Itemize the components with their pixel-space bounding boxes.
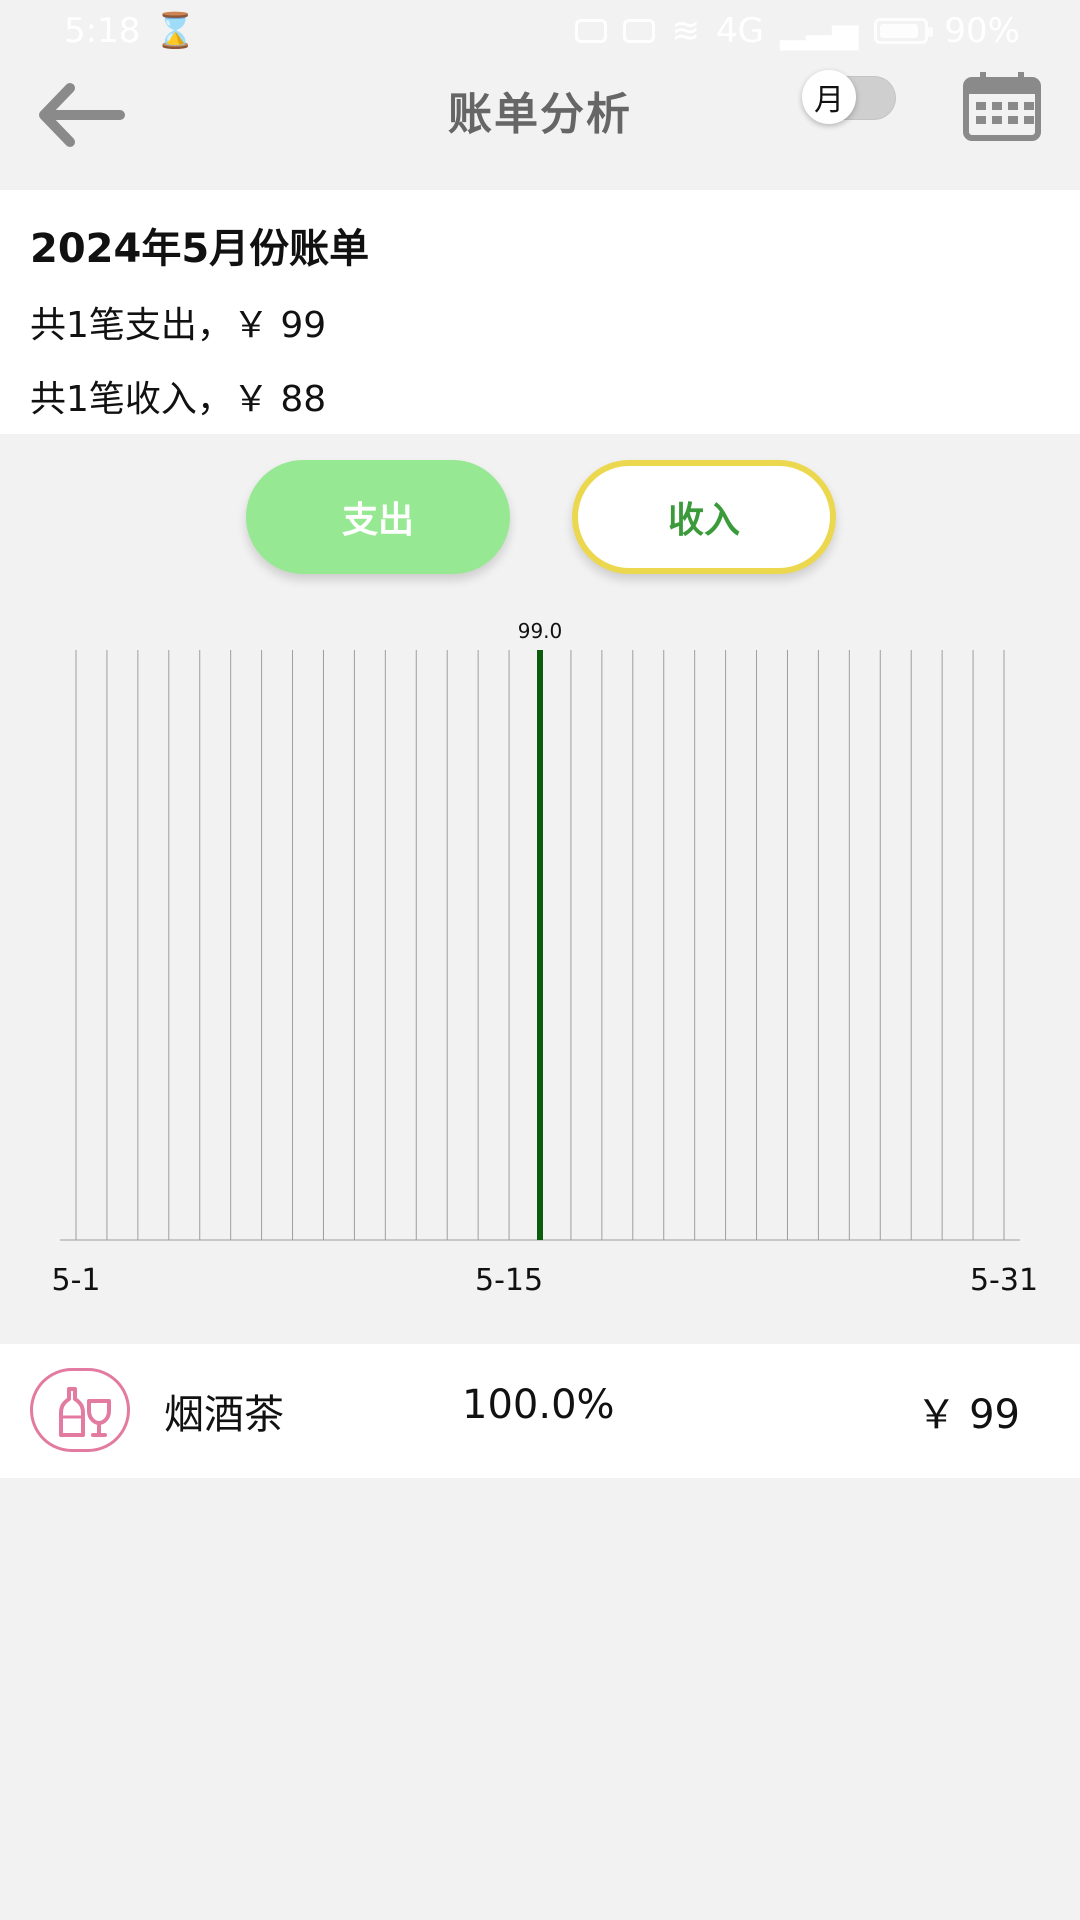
expense-tab-label: 支出: [341, 500, 414, 541]
bar-data-label: 99.0: [518, 619, 563, 643]
summary-income: 共1笔收入，￥ 88: [30, 379, 327, 420]
x-tick-label-0: 5-1: [52, 1263, 101, 1298]
category-icon: [30, 1368, 130, 1452]
category-percent: 100.0%: [462, 1382, 615, 1428]
expense-tab-button[interactable]: 支出: [246, 460, 510, 574]
month-toggle[interactable]: 月: [802, 70, 896, 124]
income-tab-button[interactable]: 收入: [572, 460, 836, 574]
category-item[interactable]: 烟酒茶 100.0% ￥ 99: [0, 1344, 1080, 1478]
app-header: 账单分析 月: [0, 62, 1080, 182]
bill-summary: 2024年5月份账单 共1笔支出，￥ 99 共1笔收入，￥ 88: [0, 190, 1080, 434]
category-list: 烟酒茶 100.0% ￥ 99: [0, 1344, 1080, 1478]
income-tab-label: 收入: [667, 500, 740, 541]
calendar-button[interactable]: [962, 70, 1042, 142]
bar-day-16: [537, 650, 543, 1240]
x-tick-label-1: 5-15: [475, 1263, 543, 1298]
hourglass-icon: ⌛: [154, 11, 197, 51]
calendar-icon: [963, 72, 1041, 141]
daily-bar-chart: 99.0 5-1 5-15 5-31: [0, 610, 1080, 1310]
network-type: 4G: [715, 11, 764, 51]
wine-bottle-icon: [59, 1387, 111, 1437]
category-amount: ￥ 99: [916, 1392, 1020, 1438]
month-toggle-label: 月: [814, 83, 844, 118]
status-time: 5:18: [64, 11, 141, 51]
mute-icon: [623, 19, 656, 43]
battery-percent: 90%: [944, 11, 1020, 51]
category-name: 烟酒茶: [164, 1392, 284, 1438]
battery-icon: [874, 18, 934, 44]
wifi-icon: ≋: [671, 11, 700, 51]
status-left: 5:18 ⌛: [64, 11, 197, 51]
chart-svg: 99.0 5-1 5-15 5-31: [52, 619, 1039, 1298]
month-toggle-knob[interactable]: 月: [802, 70, 856, 124]
summary-title: 2024年5月份账单: [30, 226, 370, 272]
page-title: 账单分析: [448, 89, 632, 140]
alarm-icon: [575, 19, 608, 43]
signal-icon: ▂▃▅: [779, 11, 859, 51]
battery-fill: [880, 24, 919, 38]
summary-expense: 共1笔支出，￥ 99: [30, 305, 327, 346]
x-tick-label-2: 5-31: [970, 1263, 1038, 1298]
status-right: ≋ 4G ▂▃▅ 90%: [575, 11, 1020, 51]
status-bar: 5:18 ⌛ ≋ 4G ▂▃▅ 90%: [0, 0, 1080, 62]
